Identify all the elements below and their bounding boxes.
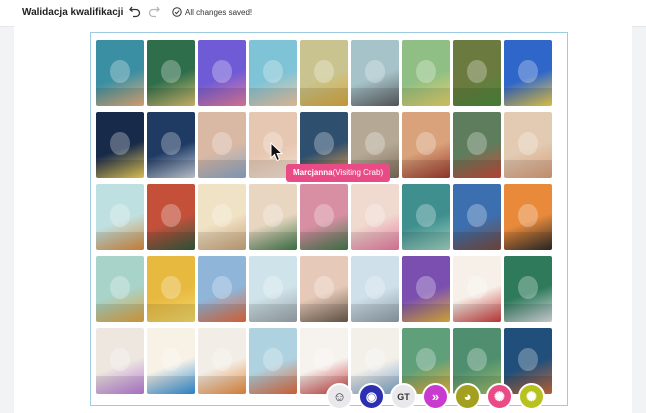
save-status-text: All changes saved! [185,8,253,17]
collaborator-avatar[interactable]: ◕ [454,383,481,410]
forward-arrows-icon: » [431,389,440,404]
illustration-tile[interactable] [504,184,552,250]
illustration-tile[interactable] [504,112,552,178]
illustration-tile[interactable] [147,112,195,178]
illustration-tile[interactable] [96,112,144,178]
save-status: All changes saved! [172,7,252,17]
illustration-tile[interactable] [198,112,246,178]
illustration-tile[interactable] [147,328,195,394]
illustration-tile[interactable] [402,256,450,322]
editor-toolbar: Walidacja kwalifikacji All changes saved… [0,0,646,27]
illustration-tile[interactable] [351,40,399,106]
illustration-tile[interactable] [453,40,501,106]
illustration-tile[interactable] [96,40,144,106]
illustration-tile[interactable] [402,40,450,106]
illustration-tile[interactable] [96,256,144,322]
crab-icon: ✺ [526,388,537,404]
collaborator-name: Marcjanna [293,168,333,177]
illustration-tile[interactable] [351,256,399,322]
illustration-tile[interactable] [300,256,348,322]
illustration-tile[interactable] [300,184,348,250]
illustration-tile[interactable] [453,256,501,322]
illustration-tile[interactable] [147,256,195,322]
collaborator-detail: (Visiting Crab) [332,168,384,177]
collaborator-avatar[interactable]: » [422,383,449,410]
illustration-tile[interactable] [198,40,246,106]
collaborator-avatar[interactable]: ✺ [518,383,545,410]
mouse-cursor-icon [270,142,284,162]
smiling-face-icon: ☺ [332,389,347,404]
collaborator-cursor-label: Marcjanna(Visiting Crab) [286,164,391,182]
illustration-tile[interactable] [249,328,297,394]
illustration-tile[interactable] [402,112,450,178]
illustration-tile[interactable] [402,184,450,250]
avatar-initials: GT [397,391,410,402]
astronaut-icon: ◉ [365,388,378,404]
illustration-tile[interactable] [504,40,552,106]
crab-icon: ✺ [494,388,505,404]
redo-icon[interactable] [147,4,161,18]
collaborator-avatar[interactable]: ☺ [326,383,353,410]
monkey-icon: ◕ [463,389,472,404]
illustration-tile[interactable] [504,256,552,322]
illustration-grid [96,40,552,394]
illustration-tile[interactable] [453,184,501,250]
document-title[interactable]: Walidacja kwalifikacji [22,7,123,18]
collaborator-avatar[interactable]: ◉ [358,383,385,410]
undo-icon[interactable] [128,4,142,18]
illustration-tile[interactable] [198,184,246,250]
check-circle-icon [172,7,182,17]
illustration-tile[interactable] [249,256,297,322]
illustration-tile[interactable] [96,328,144,394]
illustration-tile[interactable] [249,40,297,106]
illustration-tile[interactable] [300,40,348,106]
illustration-tile[interactable] [147,40,195,106]
illustration-tile[interactable] [453,112,501,178]
collaborator-avatar[interactable]: ✺ [486,383,513,410]
illustration-tile[interactable] [198,328,246,394]
illustration-tile[interactable] [249,184,297,250]
collaborator-avatar[interactable]: GT [390,383,417,410]
illustration-tile[interactable] [351,184,399,250]
illustration-tile[interactable] [147,184,195,250]
illustration-tile[interactable] [198,256,246,322]
illustration-tile[interactable] [96,184,144,250]
